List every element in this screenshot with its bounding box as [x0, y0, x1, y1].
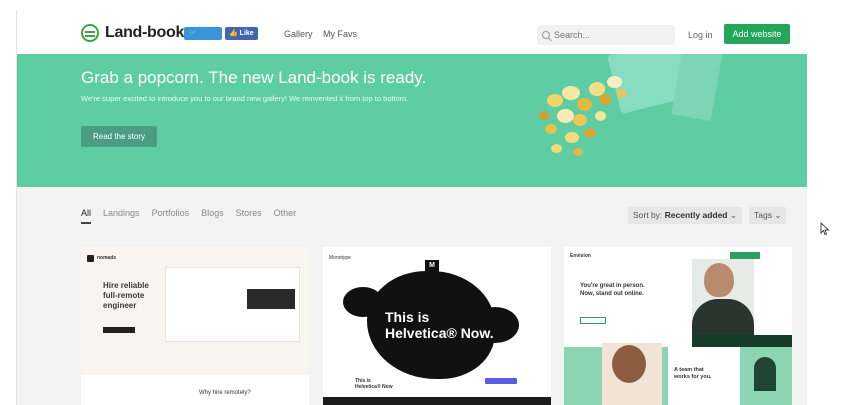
dashboard-panel [247, 289, 295, 309]
logo-icon [81, 24, 99, 42]
filter-other[interactable]: Other [274, 208, 297, 218]
brand-name: Land-book [105, 24, 185, 41]
facebook-like-button[interactable]: 👍 Like [225, 27, 258, 40]
search-input[interactable] [554, 30, 664, 40]
card-cta-button [485, 378, 517, 384]
nav-my-favs[interactable]: My Favs [323, 29, 357, 39]
card-footer-band [323, 397, 551, 405]
card-lower-section [81, 375, 309, 405]
filter-portfolios[interactable]: Portfolios [152, 208, 190, 218]
chevron-down-icon: ⌄ [774, 210, 782, 220]
facebook-like-label: Like [239, 30, 254, 37]
login-link[interactable]: Log in [688, 30, 713, 40]
website-card-envision[interactable]: Envision You're great in person. Now, st… [564, 247, 792, 405]
filter-stores[interactable]: Stores [236, 208, 262, 218]
add-website-button[interactable]: Add website [724, 24, 790, 44]
card-headline-1: Hire reliable [103, 281, 149, 290]
filter-blogs[interactable]: Blogs [201, 208, 224, 218]
twitter-follow-label: Follow [188, 43, 211, 50]
popcorn-box-side [671, 54, 723, 121]
logo[interactable]: Land-book [81, 24, 184, 42]
mouse-cursor-icon [820, 222, 830, 236]
browser-frame: Land-book 🐦 Follow 👍 Like Gallery My Fav… [0, 0, 845, 405]
card-dark-band [692, 335, 792, 347]
card-headline-2: Now, stand out online. [580, 291, 644, 297]
card-headline-1: This is [385, 309, 430, 325]
search-box[interactable] [537, 25, 675, 45]
card-brand: nomads [97, 255, 117, 261]
card-headline-1: You're great in person. [580, 283, 645, 289]
website-card-nomads[interactable]: nomads Hire reliable full-remote enginee… [81, 247, 309, 405]
card-brand: Monotype [329, 255, 351, 261]
hero-banner: Grab a popcorn. The new Land-book is rea… [17, 54, 807, 187]
ink-splash-left [343, 287, 383, 317]
hero-title: Grab a popcorn. The new Land-book is rea… [81, 68, 427, 87]
card-subhead-1: A team that [674, 367, 704, 373]
person-head-left [612, 345, 646, 383]
card-headline-2: Helvetica® Now. [385, 325, 494, 341]
search-icon [542, 31, 550, 39]
sort-value: Recently added [664, 210, 728, 220]
card-footer-text: Why hire remotely? [199, 390, 251, 396]
chevron-down-icon: ⌄ [729, 210, 737, 220]
twitter-follow-button[interactable]: 🐦 Follow [184, 27, 222, 50]
filter-landings[interactable]: Landings [103, 208, 140, 218]
card-brand: Envision [570, 253, 591, 259]
tags-label: Tags [754, 210, 772, 220]
active-filter-underline [81, 222, 91, 224]
hero-description: We're super excited to introduce you to … [81, 94, 409, 103]
card-headline-2: full-remote [103, 291, 145, 300]
sort-dropdown[interactable]: Sort by: Recently added ⌄ [628, 207, 742, 224]
card-nav-button [730, 252, 760, 259]
card-cta-button [103, 327, 135, 333]
tags-dropdown[interactable]: Tags ⌄ [749, 207, 787, 224]
card-subhead-2: Helvetica® Now [355, 384, 393, 390]
filter-all[interactable]: All [81, 208, 91, 218]
website-card-monotype[interactable]: Monotype M This is Helvetica® Now. This … [323, 247, 551, 405]
card-headline-3: engineer [103, 301, 137, 310]
person-photo-small [754, 357, 776, 391]
card-subhead-2: works for you. [674, 374, 712, 380]
person-head-right [704, 263, 734, 297]
read-story-button[interactable]: Read the story [81, 126, 157, 147]
site-header: Land-book 🐦 Follow 👍 Like Gallery My Fav… [17, 10, 807, 54]
land-book-page: Land-book 🐦 Follow 👍 Like Gallery My Fav… [16, 10, 807, 405]
nomads-logo-icon [87, 255, 94, 262]
category-filters: All Landings Portfolios Blogs Stores Oth… [81, 208, 296, 218]
nav-gallery[interactable]: Gallery [284, 29, 313, 39]
sort-label: Sort by: [633, 210, 663, 220]
card-cta-button [580, 317, 606, 324]
